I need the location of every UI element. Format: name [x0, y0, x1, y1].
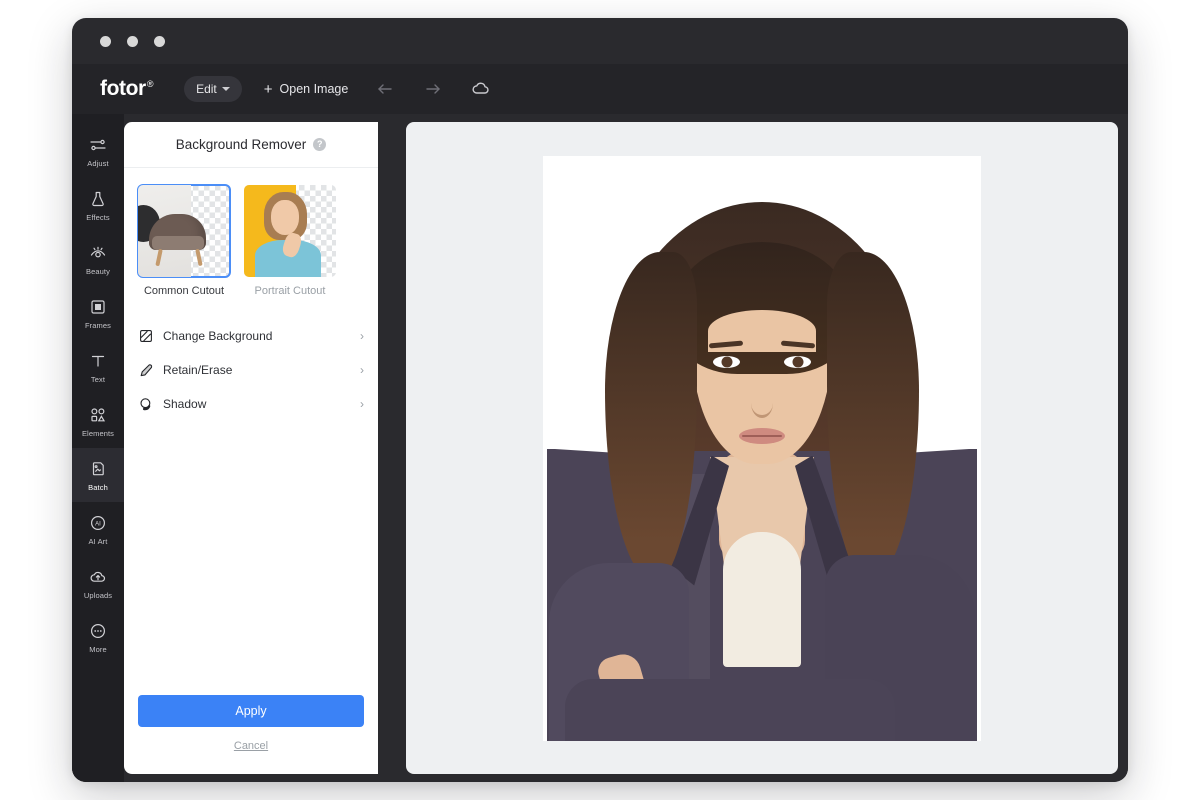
close-window-dot[interactable]	[100, 35, 111, 47]
text-t-icon	[88, 351, 108, 371]
sidebar-item-text[interactable]: Text	[72, 340, 124, 394]
ai-circle-icon: AI	[88, 513, 108, 533]
open-image-button[interactable]: + Open Image	[264, 82, 349, 97]
eye-icon	[88, 243, 108, 263]
apply-button[interactable]: Apply	[138, 695, 364, 727]
cutout-option-common[interactable]: Common Cutout	[137, 184, 231, 297]
edit-menu-button[interactable]: Edit	[184, 76, 242, 102]
chevron-right-icon: ›	[360, 397, 364, 411]
edit-menu-label: Edit	[196, 82, 217, 96]
lips-shape	[739, 427, 785, 444]
portrait-face-shape	[270, 199, 300, 235]
brand-text: fotor	[100, 77, 146, 100]
undo-arrow-icon[interactable]	[374, 78, 396, 100]
shapes-icon	[88, 405, 108, 425]
row-label: Retain/Erase	[163, 363, 233, 377]
app-window: fotor® Edit + Open Image Adjust Effects …	[72, 18, 1128, 782]
cancel-button[interactable]: Cancel	[234, 740, 268, 752]
row-shadow[interactable]: Shadow ›	[138, 387, 364, 421]
sidebar-item-label: Beauty	[86, 266, 110, 276]
sidebar-item-batch[interactable]: Batch	[72, 448, 124, 502]
row-label: Change Background	[163, 329, 273, 343]
cutout-option-label: Portrait Cutout	[254, 285, 326, 297]
panel-option-rows: Change Background › Retain/Erase › Shado…	[124, 297, 378, 421]
row-change-background[interactable]: Change Background ›	[138, 319, 364, 353]
cutout-option-portrait[interactable]: Portrait Cutout	[244, 185, 336, 297]
sidebar-item-frames[interactable]: Frames	[72, 286, 124, 340]
sidebar-item-label: Effects	[86, 212, 110, 222]
sidebar-item-label: Uploads	[83, 590, 113, 600]
shadow-sphere-icon	[138, 397, 153, 412]
sidebar-item-adjust[interactable]: Adjust	[72, 124, 124, 178]
left-tool-rail: Adjust Effects Beauty Frames Text Elemen…	[72, 114, 124, 782]
chevron-right-icon: ›	[360, 363, 364, 377]
ellipsis-circle-icon	[88, 621, 108, 641]
sidebar-item-more[interactable]: More	[72, 610, 124, 664]
chevron-down-icon	[221, 87, 230, 91]
portrait-photo[interactable]	[543, 155, 981, 741]
cloud-save-icon[interactable]	[470, 78, 492, 100]
fotor-logo[interactable]: fotor®	[100, 77, 154, 101]
maximize-window-dot[interactable]	[154, 35, 165, 47]
crossed-forearm-shape	[565, 678, 895, 741]
batch-image-icon	[88, 459, 108, 479]
hatched-square-icon	[138, 329, 153, 344]
background-remover-panel: Background Remover ? Common Cutout Portr…	[124, 122, 378, 774]
editor-canvas[interactable]	[406, 122, 1118, 774]
sliders-icon	[88, 135, 108, 155]
sidebar-item-label: Batch	[88, 482, 108, 492]
upload-cloud-icon	[88, 567, 108, 587]
open-image-label: Open Image	[279, 82, 349, 96]
common-cutout-thumbnail	[137, 184, 231, 278]
title-bar	[72, 18, 1128, 64]
eye-right	[784, 355, 811, 368]
flask-icon	[88, 189, 108, 209]
sidebar-item-label: Frames	[84, 320, 112, 330]
sidebar-item-label: Elements	[81, 428, 115, 438]
registered-mark: ®	[146, 79, 154, 89]
eye-left	[713, 355, 740, 368]
row-label: Shadow	[163, 397, 207, 411]
hair-front-shape	[674, 241, 850, 374]
sidebar-item-effects[interactable]: Effects	[72, 178, 124, 232]
cutout-option-label: Common Cutout	[143, 285, 225, 297]
svg-text:AI: AI	[95, 521, 101, 527]
app-body: Adjust Effects Beauty Frames Text Elemen…	[72, 114, 1128, 782]
top-toolbar: fotor® Edit + Open Image	[72, 64, 1128, 114]
nose-shape	[751, 388, 773, 418]
redo-arrow-icon[interactable]	[422, 78, 444, 100]
help-icon[interactable]: ?	[313, 138, 327, 151]
chair-leg-shape	[195, 249, 203, 268]
panel-footer: Apply Cancel	[124, 695, 378, 774]
sidebar-item-beauty[interactable]: Beauty	[72, 232, 124, 286]
chevron-right-icon: ›	[360, 329, 364, 343]
frame-icon	[88, 297, 108, 317]
sidebar-item-uploads[interactable]: Uploads	[72, 556, 124, 610]
panel-header: Background Remover ?	[124, 122, 378, 168]
sidebar-item-ai-art[interactable]: AI AI Art	[72, 502, 124, 556]
blouse-shape	[723, 531, 801, 667]
minimize-window-dot[interactable]	[127, 35, 138, 47]
sidebar-item-label: AI Art	[88, 536, 108, 546]
portrait-cutout-thumbnail	[244, 185, 336, 277]
panel-title: Background Remover	[175, 137, 307, 152]
eraser-pen-icon	[138, 363, 153, 378]
sidebar-item-label: Text	[90, 374, 106, 384]
sidebar-item-label: Adjust	[87, 158, 109, 168]
sidebar-item-elements[interactable]: Elements	[72, 394, 124, 448]
cutout-options: Common Cutout Portrait Cutout	[124, 168, 378, 297]
sidebar-item-label: More	[89, 644, 107, 654]
row-retain-erase[interactable]: Retain/Erase ›	[138, 353, 364, 387]
plus-icon: +	[263, 80, 273, 98]
